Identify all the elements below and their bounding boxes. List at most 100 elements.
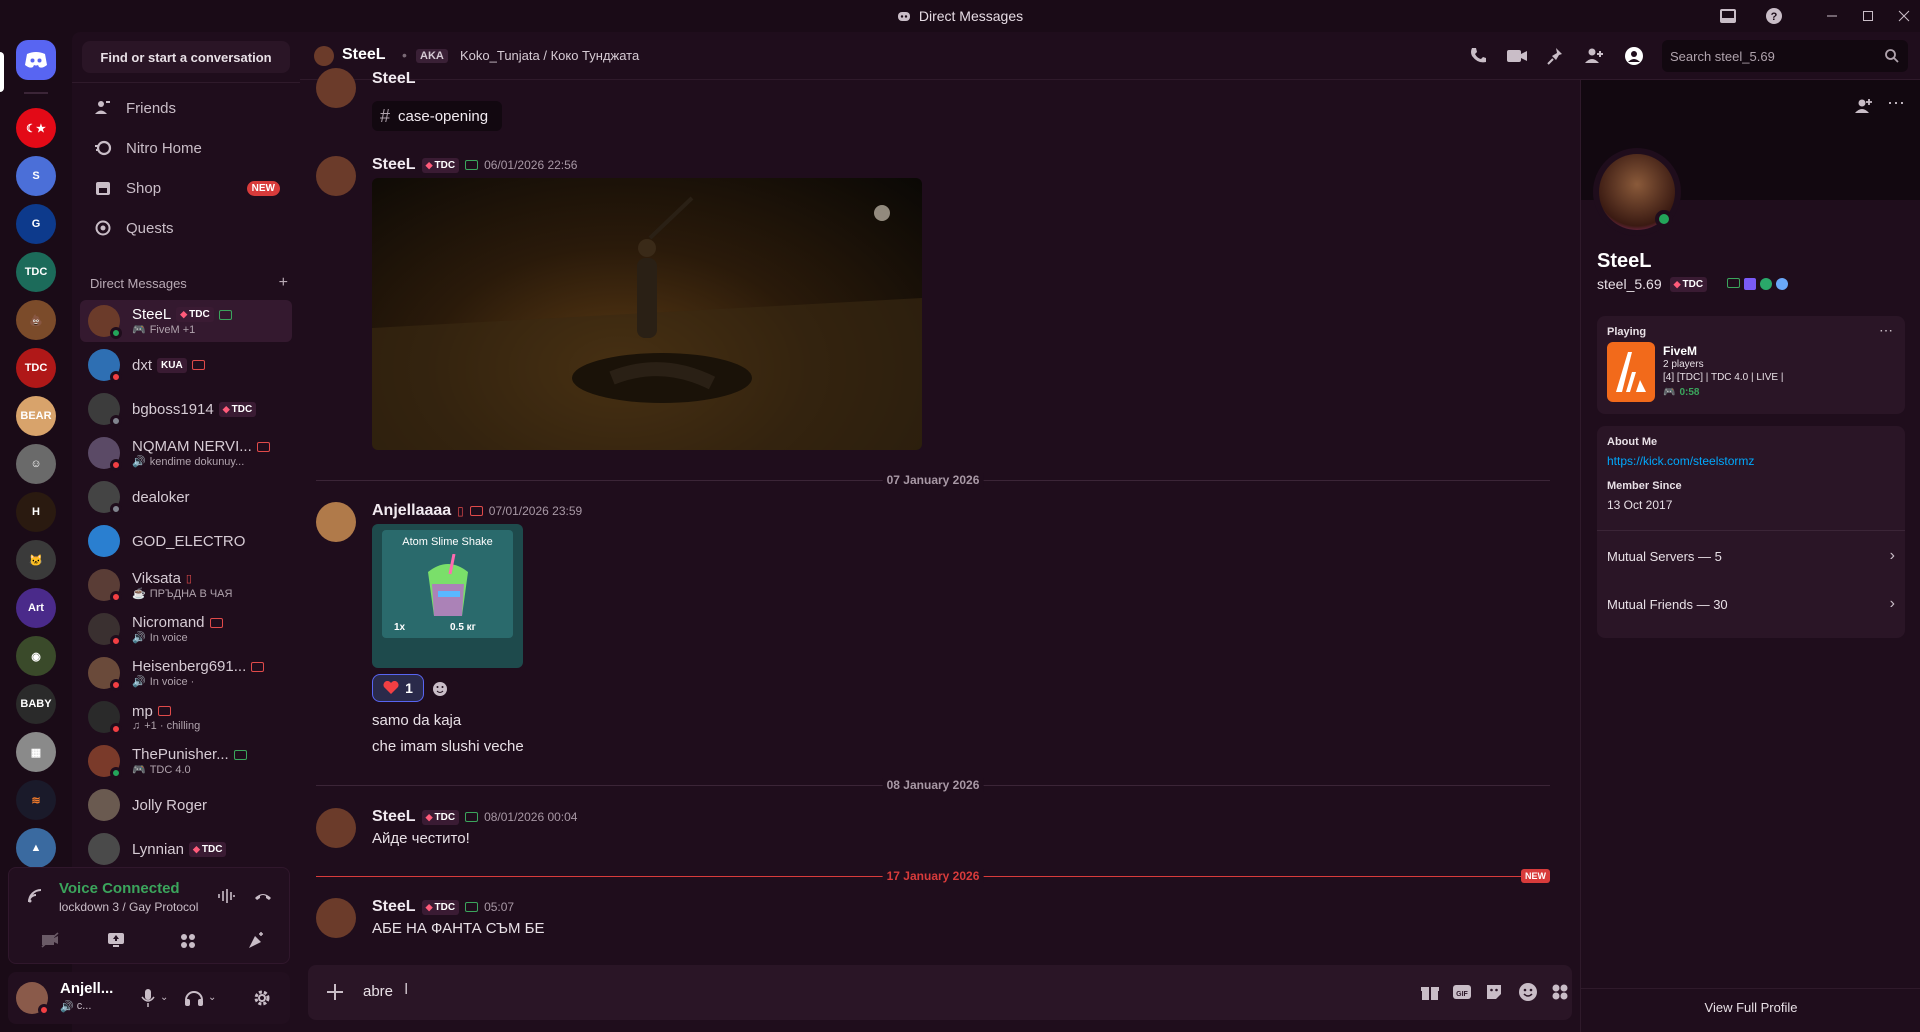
gift-icon[interactable] <box>1420 982 1440 1002</box>
nav-quests[interactable]: Quests <box>80 208 292 248</box>
voice-call-icon[interactable] <box>1468 46 1488 66</box>
desktop-icon <box>209 617 223 628</box>
gif-icon[interactable]: GIF <box>1452 982 1472 1002</box>
item-card[interactable]: Atom Slime Shake 1x 0.5 кг <box>372 524 523 668</box>
date-divider: 08 January 2026 <box>316 778 1550 792</box>
message-author[interactable]: SteeL <box>372 156 416 174</box>
dm-item[interactable]: ThePunisher... 🎮 TDC 4.0 <box>80 740 292 782</box>
dm-item[interactable]: Viksata ▯ ☕ ПРЪДНА В ЧАЯ <box>80 564 292 606</box>
message-avatar[interactable] <box>316 68 356 108</box>
message-avatar[interactable] <box>316 808 356 848</box>
activity-more-icon[interactable]: ⋯ <box>1879 322 1893 339</box>
channel-mention-chip[interactable]: # case-opening <box>372 101 503 131</box>
message-author[interactable]: SteeL <box>372 70 416 88</box>
video-call-icon[interactable] <box>1506 46 1528 66</box>
search-box[interactable]: Search steel_5.69 <box>1662 40 1908 72</box>
server-map-icon[interactable]: ▦ <box>16 732 56 772</box>
user-profile-toggle-icon[interactable] <box>1624 46 1644 66</box>
server-tdc-icon[interactable]: TDC <box>16 252 56 292</box>
hypesquad-badge-icon[interactable] <box>1760 278 1773 290</box>
nav-shop[interactable]: Shop NEW <box>80 168 292 208</box>
boost-badge-icon[interactable] <box>1776 278 1789 290</box>
message-author[interactable]: Anjellaaaa <box>372 502 451 520</box>
message-avatar[interactable] <box>316 156 356 196</box>
discord-home-icon[interactable] <box>16 40 56 80</box>
nav-friends[interactable]: Friends <box>80 88 292 128</box>
activities-icon[interactable] <box>179 932 197 950</box>
mic-chevron-down-icon[interactable]: ⌄ <box>160 992 168 1003</box>
about-link[interactable]: https://kick.com/steelstormz <box>1607 454 1754 468</box>
add-friend-icon[interactable] <box>1853 96 1873 116</box>
message-input[interactable]: abre <box>363 983 393 1000</box>
message-avatar[interactable] <box>316 502 356 542</box>
server-hadaji-icon[interactable]: H <box>16 492 56 532</box>
maximize-icon[interactable] <box>1856 4 1880 28</box>
mutual-friends-row[interactable]: Mutual Friends — 30 › <box>1597 580 1905 628</box>
server-face-icon[interactable]: ☺ <box>16 444 56 484</box>
upload-plus-icon[interactable] <box>324 981 346 1003</box>
server-blue-icon[interactable]: S <box>16 156 56 196</box>
apps-icon[interactable] <box>1550 982 1570 1002</box>
add-reaction-icon[interactable] <box>432 681 448 697</box>
dm-item[interactable]: Nicromand 🔊 In voice <box>80 608 292 650</box>
more-options-icon[interactable]: ⋯ <box>1887 94 1905 112</box>
dm-item[interactable]: dealoker <box>80 476 292 518</box>
server-g-icon[interactable]: G <box>16 204 56 244</box>
nav-nitro-home[interactable]: Nitro Home <box>80 128 292 168</box>
view-full-profile-link[interactable]: View Full Profile <box>1581 1000 1920 1015</box>
dm-item[interactable]: Lynnian ◆ TDC <box>80 828 292 870</box>
dm-item[interactable]: Heisenberg691... 🔊 In voice · <box>80 652 292 694</box>
noise-suppression-icon[interactable] <box>217 888 235 904</box>
nitro-badge-icon[interactable] <box>1744 278 1757 290</box>
heart-reaction[interactable]: 1 <box>372 674 424 702</box>
dm-item[interactable]: dxt KUA <box>80 344 292 386</box>
mutual-servers-row[interactable]: Mutual Servers — 5 › <box>1597 532 1905 580</box>
window-title: Direct Messages <box>918 8 1024 24</box>
dm-name-wrap: GOD_ELECTRO <box>132 533 245 550</box>
guild-tag: ◆ TDC <box>189 841 227 857</box>
server-art-icon[interactable]: Art <box>16 588 56 628</box>
audio-chevron-down-icon[interactable]: ⌄ <box>208 992 216 1003</box>
guild-tag: ◆ TDC <box>176 307 214 322</box>
voice-channel[interactable]: lockdown 3 / Gay Protocol <box>59 900 198 914</box>
dm-item[interactable]: mp ♫ +1 · chilling <box>80 696 292 738</box>
add-friends-to-dm-icon[interactable] <box>1584 46 1604 66</box>
server-landscape-icon[interactable]: ▲ <box>16 828 56 868</box>
settings-gear-icon[interactable] <box>252 988 272 1008</box>
dm-item[interactable]: GOD_ELECTRO <box>80 520 292 562</box>
inbox-icon[interactable] <box>1716 4 1740 28</box>
dm-item[interactable]: SteeL ◆ TDC 🎮 FiveM +1 <box>80 300 292 342</box>
sticker-icon[interactable] <box>1484 982 1504 1002</box>
server-turkey-icon[interactable]: ☾★ <box>16 108 56 148</box>
server-s-icon[interactable]: ≋ <box>16 780 56 820</box>
headphones-icon[interactable] <box>184 988 204 1008</box>
server-red-icon[interactable]: TDC <box>16 348 56 388</box>
user-name[interactable]: Anjell... <box>60 980 113 997</box>
camera-off-icon[interactable] <box>41 932 59 948</box>
server-poop-icon[interactable]: 💩 <box>16 300 56 340</box>
dm-item[interactable]: bgboss1914 ◆ TDC <box>80 388 292 430</box>
message-author[interactable]: SteeL <box>372 898 416 916</box>
dm-item[interactable]: NQMAM NERVI... 🔊 kendime dokunuy... <box>80 432 292 474</box>
minimize-icon[interactable] <box>1820 4 1844 28</box>
close-icon[interactable] <box>1892 4 1916 28</box>
message-image[interactable] <box>372 178 922 450</box>
help-icon[interactable]: ? <box>1762 4 1786 28</box>
server-baby-icon[interactable]: BABY <box>16 684 56 724</box>
soundboard-icon[interactable] <box>247 932 265 950</box>
emoji-icon[interactable] <box>1518 982 1538 1002</box>
add-dm-icon[interactable]: + <box>279 275 288 291</box>
dm-item[interactable]: Jolly Roger <box>80 784 292 826</box>
screen-share-icon[interactable] <box>107 932 125 948</box>
server-bear-icon[interactable]: BEAR <box>16 396 56 436</box>
header-name[interactable]: SteeL <box>342 46 386 64</box>
microphone-icon[interactable] <box>140 988 156 1008</box>
user-avatar[interactable] <box>16 982 50 1016</box>
message-author[interactable]: SteeL <box>372 808 416 826</box>
server-soldier-icon[interactable]: ◉ <box>16 636 56 676</box>
message-avatar[interactable] <box>316 898 356 938</box>
pin-icon[interactable] <box>1546 46 1566 66</box>
server-cat-icon[interactable]: 🐱 <box>16 540 56 580</box>
disconnect-icon[interactable] <box>253 888 273 904</box>
find-conversation-button[interactable]: Find or start a conversation <box>82 41 290 73</box>
